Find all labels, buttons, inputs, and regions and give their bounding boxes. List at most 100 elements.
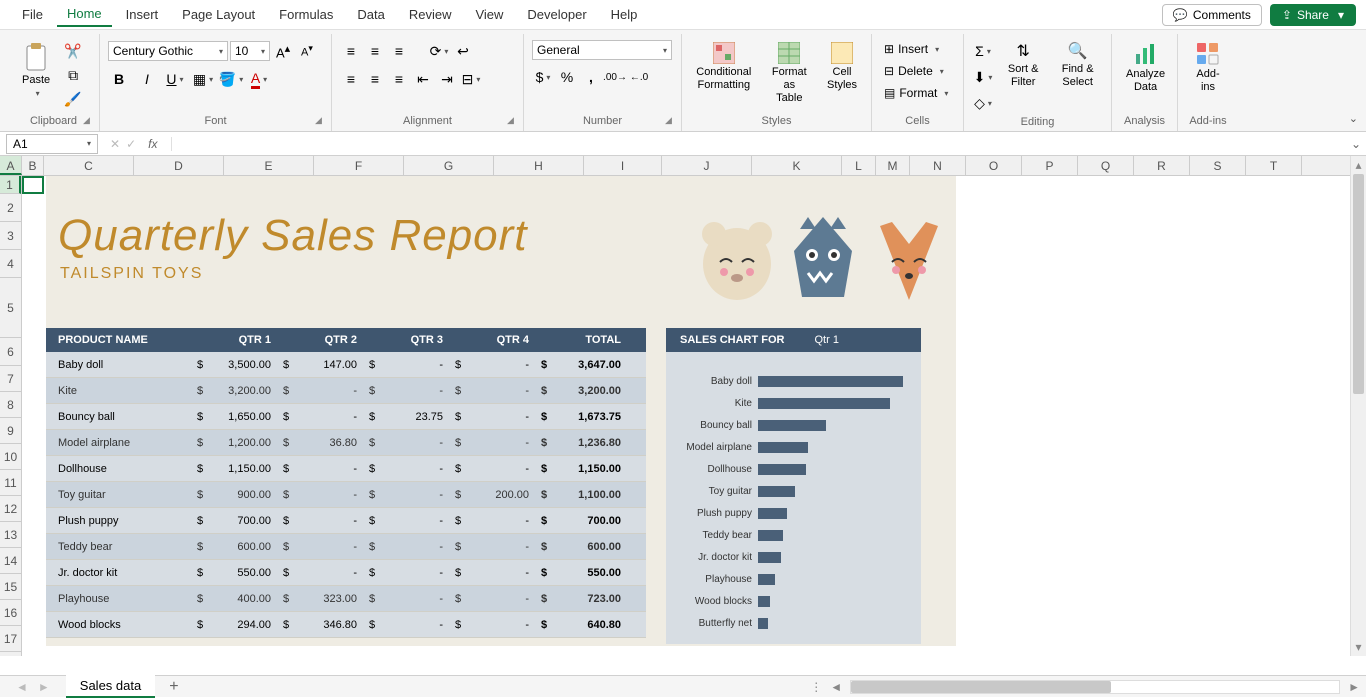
add-sheet-button[interactable]: + [155, 678, 192, 696]
share-button[interactable]: ⇪ Share ▾ [1270, 4, 1356, 26]
cancel-icon[interactable]: ✕ [110, 137, 120, 151]
copy-button[interactable]: ⧉ [62, 64, 84, 86]
sheet-tab-active[interactable]: Sales data [66, 675, 155, 698]
col-header-C[interactable]: C [44, 156, 134, 175]
row-header-5[interactable]: 5 [0, 278, 21, 338]
row-header-16[interactable]: 16 [0, 600, 21, 626]
col-header-M[interactable]: M [876, 156, 910, 175]
col-header-H[interactable]: H [494, 156, 584, 175]
decrease-decimal-button[interactable]: ←.0 [628, 66, 650, 88]
tab-prev-button[interactable]: ◄ [16, 680, 28, 694]
tab-next-button[interactable]: ► [38, 680, 50, 694]
borders-button[interactable]: ▦▾ [192, 68, 214, 90]
enter-icon[interactable]: ✓ [126, 137, 136, 151]
formula-input[interactable] [172, 136, 1346, 151]
col-header-J[interactable]: J [662, 156, 752, 175]
cells-area[interactable]: Quarterly Sales Report TAILSPIN TOYS PRO… [22, 176, 1350, 656]
align-left-button[interactable]: ≡ [340, 68, 362, 90]
col-header-E[interactable]: E [224, 156, 314, 175]
fx-icon[interactable]: fx [142, 137, 163, 151]
horizontal-scrollbar[interactable] [850, 680, 1340, 694]
row-header-1[interactable]: 1 [0, 176, 21, 194]
table-row[interactable]: Bouncy ball$1,650.00$-$23.75$-$1,673.75 [46, 404, 646, 430]
row-header-4[interactable]: 4 [0, 250, 21, 278]
autosum-button[interactable]: Σ▾ [972, 40, 994, 62]
table-row[interactable]: Jr. doctor kit$550.00$-$-$-$550.00 [46, 560, 646, 586]
row-header-3[interactable]: 3 [0, 222, 21, 250]
row-header-2[interactable]: 2 [0, 194, 21, 222]
menu-data[interactable]: Data [347, 3, 394, 26]
table-row[interactable]: Dollhouse$1,150.00$-$-$-$1,150.00 [46, 456, 646, 482]
scroll-down-icon[interactable]: ▾ [1353, 640, 1364, 654]
row-header-13[interactable]: 13 [0, 522, 21, 548]
col-header-K[interactable]: K [752, 156, 842, 175]
insert-cells-button[interactable]: ⊞Insert▾ [880, 40, 952, 58]
table-row[interactable]: Wood blocks$294.00$346.80$-$-$640.80 [46, 612, 646, 638]
fill-button[interactable]: ⬇▾ [972, 66, 994, 88]
font-size-combo[interactable]: 10▾ [230, 41, 270, 61]
menu-developer[interactable]: Developer [517, 3, 596, 26]
number-format-combo[interactable]: General▾ [532, 40, 672, 60]
dialog-launcher-icon[interactable]: ◢ [665, 115, 677, 127]
formula-expand-button[interactable]: ⌄ [1346, 137, 1366, 151]
name-box[interactable]: A1▾ [6, 134, 98, 154]
table-row[interactable]: Toy guitar$900.00$-$-$200.00$1,100.00 [46, 482, 646, 508]
italic-button[interactable]: I [136, 68, 158, 90]
menu-help[interactable]: Help [601, 3, 648, 26]
wrap-text-button[interactable]: ↩ [452, 40, 474, 62]
increase-indent-button[interactable]: ⇥ [436, 68, 458, 90]
col-header-P[interactable]: P [1022, 156, 1078, 175]
table-row[interactable]: Kite$3,200.00$-$-$-$3,200.00 [46, 378, 646, 404]
col-header-I[interactable]: I [584, 156, 662, 175]
format-painter-button[interactable]: 🖌️ [62, 88, 84, 110]
percent-button[interactable]: % [556, 66, 578, 88]
table-row[interactable]: Baby doll$3,500.00$147.00$-$-$3,647.00 [46, 352, 646, 378]
orientation-button[interactable]: ⟳▾ [428, 40, 450, 62]
col-header-S[interactable]: S [1190, 156, 1246, 175]
comma-button[interactable]: , [580, 66, 602, 88]
hscroll-left-button[interactable]: ◄ [830, 680, 842, 694]
menu-file[interactable]: File [12, 3, 53, 26]
col-header-A[interactable]: A [0, 156, 22, 175]
bold-button[interactable]: B [108, 68, 130, 90]
font-name-combo[interactable]: Century Gothic▾ [108, 41, 228, 61]
menu-insert[interactable]: Insert [116, 3, 169, 26]
dialog-launcher-icon[interactable]: ◢ [507, 115, 519, 127]
worksheet-grid[interactable]: ABCDEFGHIJKLMNOPQRST 1234567891011121314… [0, 156, 1366, 656]
increase-font-button[interactable]: A▴ [272, 40, 294, 62]
col-header-R[interactable]: R [1134, 156, 1190, 175]
row-header-11[interactable]: 11 [0, 470, 21, 496]
addins-button[interactable]: Add-ins [1186, 40, 1230, 96]
row-header-7[interactable]: 7 [0, 366, 21, 392]
dialog-launcher-icon[interactable]: ◢ [315, 115, 327, 127]
font-color-button[interactable]: A▾ [248, 68, 270, 90]
col-header-G[interactable]: G [404, 156, 494, 175]
align-bottom-button[interactable]: ≡ [388, 40, 410, 62]
menu-page-layout[interactable]: Page Layout [172, 3, 265, 26]
row-header-12[interactable]: 12 [0, 496, 21, 522]
increase-decimal-button[interactable]: .00→ [604, 66, 626, 88]
fill-color-button[interactable]: 🪣▾ [220, 68, 242, 90]
align-right-button[interactable]: ≡ [388, 68, 410, 90]
accounting-format-button[interactable]: $▾ [532, 66, 554, 88]
cell-styles-button[interactable]: Cell Styles [821, 40, 863, 94]
clear-button[interactable]: ◇▾ [972, 92, 994, 114]
table-row[interactable]: Model airplane$1,200.00$36.80$-$-$1,236.… [46, 430, 646, 456]
row-header-17[interactable]: 17 [0, 626, 21, 652]
dialog-launcher-icon[interactable]: ◢ [83, 115, 95, 127]
col-header-F[interactable]: F [314, 156, 404, 175]
ribbon-collapse-button[interactable]: ⌄ [1349, 112, 1358, 125]
vscroll-thumb[interactable] [1353, 174, 1364, 394]
row-header-15[interactable]: 15 [0, 574, 21, 600]
align-center-button[interactable]: ≡ [364, 68, 386, 90]
find-select-button[interactable]: 🔍 Find & Select [1052, 40, 1103, 92]
col-header-Q[interactable]: Q [1078, 156, 1134, 175]
col-header-N[interactable]: N [910, 156, 966, 175]
col-header-B[interactable]: B [22, 156, 44, 175]
table-row[interactable]: Playhouse$400.00$323.00$-$-$723.00 [46, 586, 646, 612]
row-header-14[interactable]: 14 [0, 548, 21, 574]
menu-home[interactable]: Home [57, 2, 112, 27]
col-header-T[interactable]: T [1246, 156, 1302, 175]
col-header-L[interactable]: L [842, 156, 876, 175]
sort-filter-button[interactable]: ⇅ Sort & Filter [1000, 40, 1046, 92]
